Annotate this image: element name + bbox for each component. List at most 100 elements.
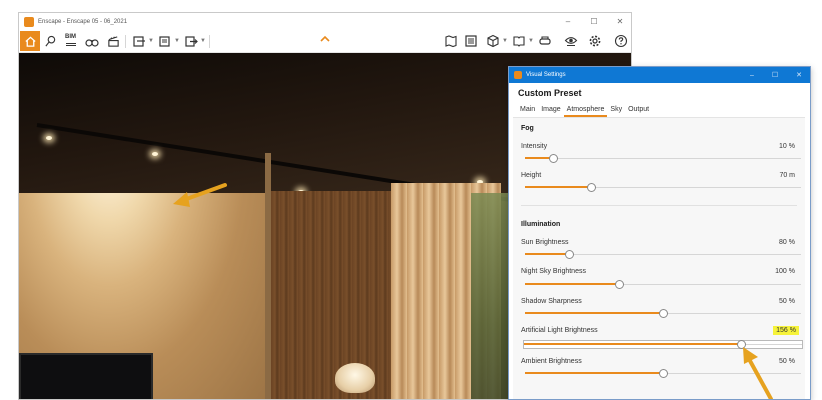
window-controls: – ☐ ✕ — [563, 13, 625, 30]
night-sky-brightness-value[interactable]: 100 % — [775, 268, 795, 275]
slider-track — [525, 158, 801, 159]
slider-fill — [525, 372, 663, 374]
book-icon — [513, 36, 525, 47]
tab-image[interactable]: Image — [538, 103, 563, 117]
binoculars-icon — [85, 38, 99, 47]
export-icon — [185, 35, 198, 47]
slider-thumb[interactable] — [659, 309, 668, 318]
dialog-maximize-button[interactable]: ☐ — [772, 71, 778, 79]
capture-dropdown-caret[interactable]: ▼ — [148, 38, 154, 44]
slider-fill — [524, 343, 741, 345]
dialog-title: Visual Settings — [526, 72, 566, 78]
window-titlebar: Enscape - Enscape 05 - 06_2021 – ☐ ✕ — [19, 13, 631, 30]
pin-icon — [44, 35, 55, 46]
tab-main[interactable]: Main — [517, 103, 538, 117]
slider-fill — [525, 186, 592, 188]
dialog-minimize-button[interactable]: – — [750, 72, 754, 79]
fog-height-label: Height — [521, 172, 542, 179]
settings-button[interactable] — [587, 33, 603, 49]
wood-panel-wall — [271, 191, 391, 399]
fog-intensity-value[interactable]: 10 % — [779, 143, 795, 150]
minimize-button[interactable]: – — [563, 17, 573, 26]
binoculars-button[interactable] — [84, 33, 100, 49]
visual-settings-dialog: Visual Settings – ☐ ✕ Custom Preset Main… — [508, 66, 811, 400]
slider-thumb[interactable] — [548, 154, 558, 163]
export-button[interactable] — [183, 33, 199, 49]
eye-icon — [564, 37, 578, 46]
dialog-titlebar: Visual Settings – ☐ ✕ — [509, 67, 810, 83]
tab-atmosphere[interactable]: Atmosphere — [563, 103, 608, 117]
help-button[interactable] — [613, 33, 629, 49]
sun-brightness-label: Sun Brightness — [521, 239, 569, 246]
maximize-button[interactable]: ☐ — [589, 17, 599, 26]
toolbar-separator — [209, 35, 210, 48]
screenshot-button[interactable] — [131, 33, 147, 49]
help-icon — [614, 34, 628, 48]
pin-button[interactable] — [42, 33, 58, 49]
shadow-sharpness-label: Shadow Sharpness — [521, 298, 582, 305]
asset-library-button[interactable] — [463, 33, 479, 49]
video-editor-button[interactable] — [105, 33, 121, 49]
settings-tabs: Main Image Atmosphere Sky Output — [517, 103, 652, 117]
close-button[interactable]: ✕ — [615, 17, 625, 26]
night-sky-brightness-slider[interactable] — [525, 280, 801, 289]
tab-sky[interactable]: Sky — [607, 103, 625, 117]
view-mode-button[interactable] — [485, 33, 501, 49]
view-mode-dropdown-caret[interactable]: ▼ — [502, 38, 508, 44]
fog-intensity-slider[interactable] — [525, 154, 801, 163]
television — [19, 353, 153, 399]
toolbar-separator — [125, 35, 126, 48]
bim-label: BIM — [65, 34, 76, 40]
batch-capture-button[interactable] — [157, 33, 173, 49]
fog-height-value[interactable]: 70 m — [779, 172, 795, 179]
slider-fill — [525, 283, 619, 285]
slider-thumb[interactable] — [587, 183, 597, 192]
slider-thumb[interactable] — [565, 250, 575, 259]
views-dropdown-caret[interactable]: ▼ — [528, 38, 534, 44]
window-title: Enscape - Enscape 05 - 06_2021 — [38, 18, 128, 25]
artificial-light-brightness-label: Artificial Light Brightness — [521, 327, 598, 334]
slider-thumb[interactable] — [659, 369, 668, 378]
atmosphere-panel: Fog Intensity 10 % Height 70 m Illuminat… — [513, 117, 805, 399]
collapse-toolbar-chevron-icon[interactable] — [319, 35, 331, 43]
slider-thumb[interactable] — [614, 280, 624, 289]
sun-brightness-value[interactable]: 80 % — [779, 239, 795, 246]
fog-section-title: Fog — [521, 125, 534, 132]
ceiling-spotlight — [152, 152, 158, 156]
vr-headset-button[interactable] — [537, 33, 553, 49]
dialog-window-controls: – ☐ ✕ — [750, 67, 802, 83]
section-divider — [521, 205, 797, 206]
map-icon — [445, 35, 457, 48]
shadow-sharpness-value[interactable]: 50 % — [779, 298, 795, 305]
ceiling-spotlight — [46, 136, 52, 140]
fog-intensity-label: Intensity — [521, 143, 548, 150]
dialog-close-button[interactable]: ✕ — [796, 71, 802, 79]
headset-icon — [539, 36, 551, 45]
annotation-arrow-icon — [743, 347, 773, 399]
visual-settings-eye-button[interactable] — [563, 33, 579, 49]
illumination-section-title: Illumination — [521, 221, 561, 228]
enscape-logo-icon — [514, 71, 522, 79]
window-greenery — [471, 193, 511, 399]
ambient-brightness-value[interactable]: 50 % — [779, 358, 795, 365]
screenshot-root: Enscape - Enscape 05 - 06_2021 – ☐ ✕ BIM — [0, 0, 822, 400]
map-button[interactable] — [443, 33, 459, 49]
shadow-sharpness-slider[interactable] — [525, 309, 801, 318]
preset-name[interactable]: Custom Preset — [518, 88, 582, 98]
capture-icon — [133, 35, 145, 47]
fog-height-slider[interactable] — [525, 183, 801, 192]
sun-brightness-slider[interactable] — [525, 250, 801, 259]
views-button[interactable] — [511, 33, 527, 49]
annotation-arrow-icon — [173, 183, 227, 207]
gear-icon — [589, 35, 601, 47]
tab-output[interactable]: Output — [625, 103, 652, 117]
home-button[interactable] — [20, 31, 40, 51]
floor-lamp — [335, 363, 375, 393]
artificial-light-brightness-value[interactable]: 156 % — [773, 326, 799, 335]
batch-capture-dropdown-caret[interactable]: ▼ — [174, 38, 180, 44]
export-dropdown-caret[interactable]: ▼ — [200, 38, 206, 44]
batch-capture-icon — [159, 35, 170, 47]
slider-fill — [525, 253, 570, 255]
clapper-icon — [107, 35, 119, 47]
assets-icon — [465, 35, 477, 47]
